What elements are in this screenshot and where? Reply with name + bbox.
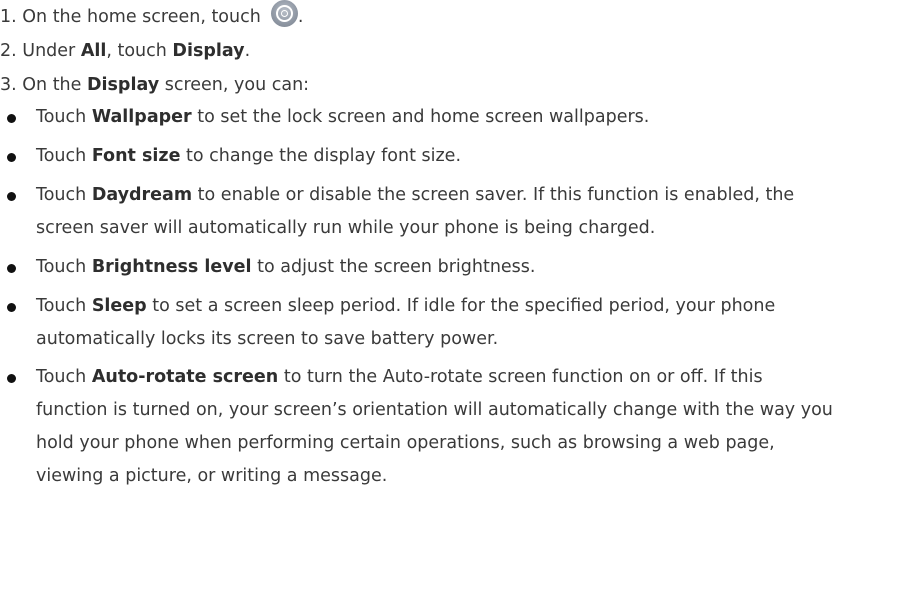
step-text: , touch xyxy=(106,41,173,61)
step-number: 2. xyxy=(0,41,17,61)
touch-word: Touch xyxy=(36,296,87,316)
item-text: function is turned on, your screen’s ori… xyxy=(36,400,833,420)
step-text: On the home screen, touch xyxy=(16,7,261,27)
step-2: 2. Under All, touch Display. xyxy=(0,38,250,64)
bold-term: Display xyxy=(86,75,160,95)
step-text: On the xyxy=(16,75,87,95)
item-text: to set the lock screen and home screen w… xyxy=(197,107,650,127)
step-number: 3. xyxy=(0,75,17,95)
step-3: 3. On the Display screen, you can: xyxy=(0,72,309,98)
bullet-icon xyxy=(7,114,16,123)
bold-term: Display xyxy=(172,41,245,61)
bold-term: Wallpaper xyxy=(91,107,192,127)
item-text: to enable or disable the screen saver. I… xyxy=(197,185,795,205)
settings-icon xyxy=(270,0,298,27)
step-text-end: screen, you can: xyxy=(159,75,310,95)
touch-word: Touch xyxy=(36,367,87,387)
step-text-end: . xyxy=(297,7,304,27)
bullet-icon xyxy=(7,192,16,201)
item-text: to adjust the screen brightness. xyxy=(257,257,536,277)
item-text: automatically locks its screen to save b… xyxy=(36,329,499,349)
item-text: screen saver will automatically run whil… xyxy=(36,218,656,238)
item-text: to turn the Auto-rotate screen function … xyxy=(283,367,763,387)
bullet-icon xyxy=(7,264,16,273)
bold-term: Daydream xyxy=(91,185,193,205)
touch-word: Touch xyxy=(36,146,87,166)
touch-word: Touch xyxy=(36,107,87,127)
bold-term: Brightness level xyxy=(91,257,252,277)
touch-word: Touch xyxy=(36,185,87,205)
step-text: Under xyxy=(16,41,81,61)
item-text: to set a screen sleep period. If idle fo… xyxy=(152,296,776,316)
bullet-icon xyxy=(7,153,16,162)
step-text-end: . xyxy=(244,41,251,61)
item-text: to change the display font size. xyxy=(186,146,462,166)
bold-term: All xyxy=(80,41,107,61)
item-text: hold your phone when performing certain … xyxy=(36,433,775,453)
touch-word: Touch xyxy=(36,257,87,277)
item-text: viewing a picture, or writing a message. xyxy=(36,466,388,486)
bullet-icon xyxy=(7,303,16,312)
step-1: 1. On the home screen, touch. xyxy=(0,0,304,30)
bold-term: Sleep xyxy=(91,296,147,316)
bold-term: Font size xyxy=(91,146,181,166)
bold-term: Auto-rotate screen xyxy=(91,367,279,387)
bullet-icon xyxy=(7,374,16,383)
step-number: 1. xyxy=(0,7,17,27)
